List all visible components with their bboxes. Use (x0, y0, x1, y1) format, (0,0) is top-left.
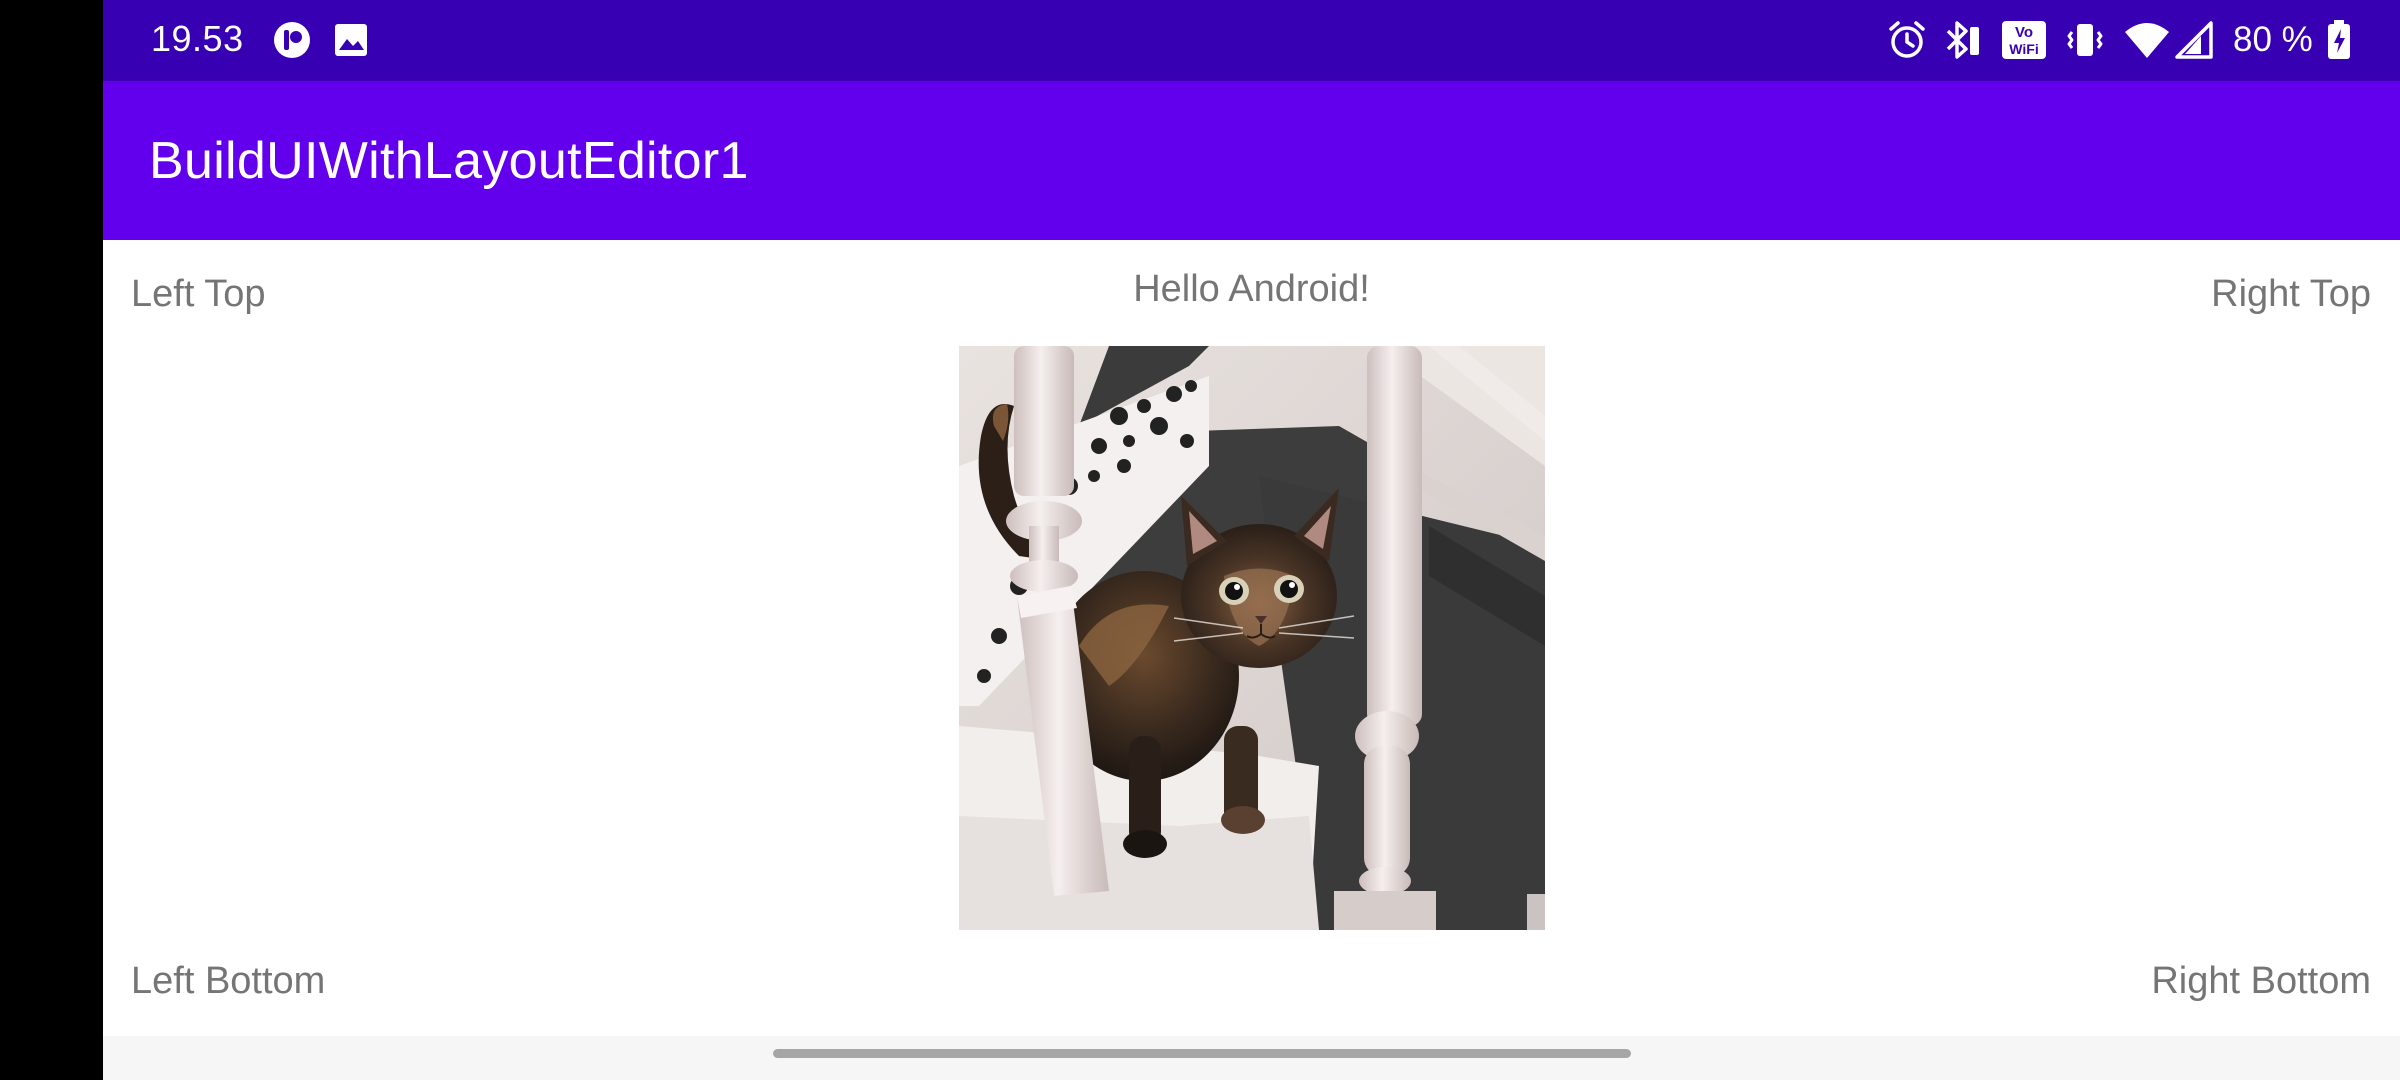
battery-charging-icon (2325, 18, 2353, 62)
right-bottom-label: Right Bottom (2151, 960, 2371, 1002)
gesture-nav-area (103, 1036, 2400, 1080)
bluetooth-icon (1941, 18, 1983, 62)
image-notification-icon (332, 18, 370, 62)
alarm-icon (1885, 18, 1929, 62)
wifi-icon (2124, 18, 2170, 62)
vibrate-icon (2065, 18, 2105, 62)
vowifi-icon: Vo WiFi (2001, 18, 2047, 62)
kitten-image (959, 346, 1545, 930)
vowifi-bottom-text: WiFi (2009, 41, 2038, 57)
hello-android-label: Hello Android! (1133, 268, 1370, 310)
screen-left-border (0, 0, 103, 1080)
status-bar: 19.53 Vo WiFi 80 % (103, 0, 2400, 81)
phone-screen: 19.53 Vo WiFi 80 % BuildUIWithLayoutEdit… (103, 0, 2400, 1080)
battery-percent: 80 % (2233, 20, 2313, 59)
home-gesture-handle[interactable] (773, 1049, 1631, 1058)
vowifi-top-text: Vo (2015, 24, 2033, 41)
app-bar: BuildUIWithLayoutEditor1 (103, 81, 2400, 240)
cell-signal-icon (2174, 18, 2214, 62)
left-bottom-label: Left Bottom (131, 960, 326, 1002)
app-title: BuildUIWithLayoutEditor1 (149, 132, 749, 190)
main-content: Left Top Hello Android! Right Top Left B… (103, 240, 2400, 1036)
status-time: 19.53 (151, 18, 244, 59)
app-notification-icon (271, 18, 313, 62)
right-top-label: Right Top (2211, 273, 2371, 315)
